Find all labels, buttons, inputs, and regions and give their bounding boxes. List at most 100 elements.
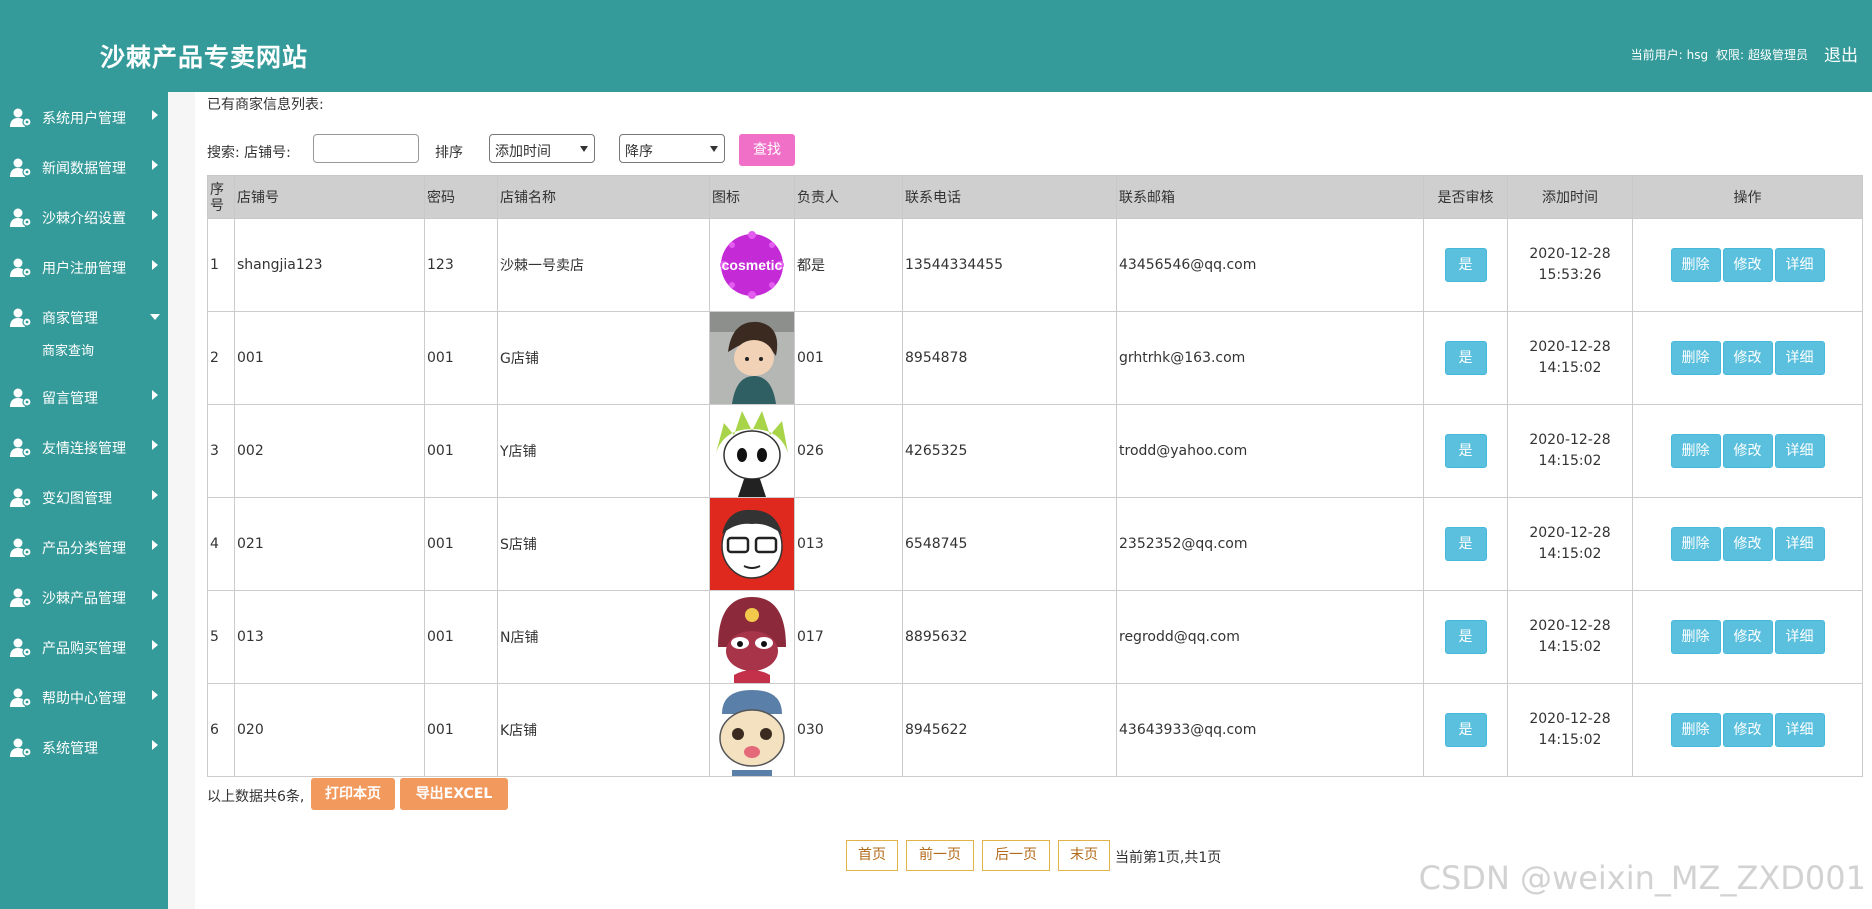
cell-password: 001 <box>424 311 498 405</box>
cell-password: 001 <box>424 404 498 498</box>
detail-button[interactable]: 详细 <box>1774 713 1825 747</box>
user-gear-icon <box>10 107 32 127</box>
user-gear-icon <box>10 157 32 177</box>
cell-email: regrodd@qq.com <box>1116 590 1424 684</box>
cell-no: 3 <box>207 404 235 498</box>
sidebar-item-8[interactable]: 变幻图管理 <box>0 472 168 522</box>
audit-status-button[interactable]: 是 <box>1444 434 1487 468</box>
caret-right-icon <box>152 590 158 600</box>
table-row: 2 001 001 G店铺 001 8954878 grhtrhk@163.com 是 2020… <box>207 311 1863 405</box>
sidebar: 系统用户管理新闻数据管理 沙棘介绍设置 用户注册管理商家管理 商家查询 留言管理友情连接… <box>0 92 168 909</box>
user-gear-icon <box>10 437 32 457</box>
audit-status-button[interactable]: 是 <box>1444 248 1487 282</box>
logout-link[interactable]: 退出 <box>1824 41 1858 66</box>
cell-owner: 030 <box>794 683 903 777</box>
next-page-button[interactable]: 后一页 <box>982 840 1050 871</box>
user-gear-icon <box>10 737 32 757</box>
delete-button[interactable]: 删除 <box>1670 341 1721 375</box>
search-button[interactable]: 查找 <box>739 134 795 166</box>
cell-audited: 是 <box>1423 218 1508 312</box>
svg-text:cosmetic: cosmetic <box>722 257 783 273</box>
sidebar-item-label: 产品分类管理 <box>42 541 126 557</box>
col-header-actions: 操作 <box>1632 175 1863 219</box>
sidebar-item-11[interactable]: 产品购买管理 <box>0 622 168 672</box>
table-row: 6 020 001 K店铺 030 8945622 43643933@qq.com 是 2020… <box>207 683 1863 777</box>
shop-id-search-input[interactable] <box>313 134 419 163</box>
delete-button[interactable]: 删除 <box>1670 620 1721 654</box>
sidebar-item-7[interactable]: 友情连接管理 <box>0 422 168 472</box>
delete-button[interactable]: 删除 <box>1670 713 1721 747</box>
sort-order-select[interactable]: 降序 <box>619 134 725 163</box>
cell-actions: 删除 修改 详细 <box>1632 404 1863 498</box>
edit-button[interactable]: 修改 <box>1722 620 1773 654</box>
sidebar-item-label: 新闻数据管理 <box>42 161 126 177</box>
sidebar-item-12[interactable]: 帮助中心管理 <box>0 672 168 722</box>
export-excel-button[interactable]: 导出EXCEL <box>400 778 508 810</box>
cell-no: 4 <box>207 497 235 591</box>
sidebar-item-label: 用户注册管理 <box>42 261 126 277</box>
detail-button[interactable]: 详细 <box>1774 620 1825 654</box>
cell-owner: 都是 <box>794 218 903 312</box>
sidebar-item-label: 沙棘介绍设置 <box>42 211 126 227</box>
site-title: 沙棘产品专卖网站 <box>100 43 309 72</box>
cell-no: 5 <box>207 590 235 684</box>
sidebar-item-9[interactable]: 产品分类管理 <box>0 522 168 572</box>
table-row: 4 021 001 S店铺 013 6548745 2352352@qq.com 是 2020-… <box>207 497 1863 591</box>
prev-page-button[interactable]: 前一页 <box>906 840 974 871</box>
sidebar-item-13[interactable]: 系统管理 <box>0 722 168 772</box>
sidebar-subitem-merchant-query[interactable]: 商家查询 <box>0 342 168 372</box>
add-date: 2020-12-28 <box>1529 711 1611 727</box>
sidebar-item-3[interactable]: 沙棘介绍设置 <box>0 192 168 242</box>
cell-phone: 13544334455 <box>902 218 1117 312</box>
top-header: 沙棘产品专卖网站 当前用户: hsg 权限: 超级管理员 退出 <box>0 0 1872 92</box>
cell-actions: 删除 修改 详细 <box>1632 683 1863 777</box>
audit-status-button[interactable]: 是 <box>1444 341 1487 375</box>
caret-right-icon <box>152 740 158 750</box>
edit-button[interactable]: 修改 <box>1722 248 1773 282</box>
print-page-button[interactable]: 打印本页 <box>311 778 395 810</box>
last-page-button[interactable]: 末页 <box>1058 840 1110 871</box>
current-user-name: hsg <box>1686 48 1709 62</box>
delete-button[interactable]: 删除 <box>1670 527 1721 561</box>
sidebar-item-5[interactable]: 商家管理 <box>0 292 168 342</box>
cell-add-time: 2020-12-28 14:15:02 <box>1507 404 1633 498</box>
sidebar-item-6[interactable]: 留言管理 <box>0 372 168 422</box>
detail-button[interactable]: 详细 <box>1774 527 1825 561</box>
delete-button[interactable]: 删除 <box>1670 248 1721 282</box>
cell-add-time: 2020-12-28 15:53:26 <box>1507 218 1633 312</box>
audit-status-button[interactable]: 是 <box>1444 620 1487 654</box>
detail-button[interactable]: 详细 <box>1774 341 1825 375</box>
list-title: 已有商家信息列表: <box>207 97 324 113</box>
audit-status-button[interactable]: 是 <box>1444 713 1487 747</box>
edit-button[interactable]: 修改 <box>1722 341 1773 375</box>
add-date: 2020-12-28 <box>1529 246 1611 262</box>
sidebar-item-2[interactable]: 新闻数据管理 <box>0 142 168 192</box>
sidebar-item-1[interactable]: 系统用户管理 <box>0 92 168 142</box>
first-page-button[interactable]: 首页 <box>846 840 898 871</box>
user-gear-icon <box>10 207 32 227</box>
caret-down-icon <box>150 314 160 320</box>
col-header-owner: 负责人 <box>794 175 903 219</box>
cell-email: grhtrhk@163.com <box>1116 311 1424 405</box>
audit-status-button[interactable]: 是 <box>1444 527 1487 561</box>
edit-button[interactable]: 修改 <box>1722 713 1773 747</box>
cell-password: 001 <box>424 683 498 777</box>
cell-shop-id: 001 <box>234 311 425 405</box>
delete-button[interactable]: 删除 <box>1670 434 1721 468</box>
page-info: 当前第1页,共1页 <box>1115 850 1222 866</box>
sidebar-item-label: 友情连接管理 <box>42 441 126 457</box>
cell-password: 123 <box>424 218 498 312</box>
col-header-icon: 图标 <box>709 175 795 219</box>
sort-field-select[interactable]: 添加时间 <box>489 134 595 163</box>
cell-shop-name: K店铺 <box>497 683 710 777</box>
sidebar-item-4[interactable]: 用户注册管理 <box>0 242 168 292</box>
edit-button[interactable]: 修改 <box>1722 527 1773 561</box>
cosmetic-icon: cosmetic <box>710 219 794 311</box>
watermark: CSDN @weixin_MZ_ZXD001 <box>1418 859 1866 897</box>
detail-button[interactable]: 详细 <box>1774 248 1825 282</box>
cell-email: 2352352@qq.com <box>1116 497 1424 591</box>
detail-button[interactable]: 详细 <box>1774 434 1825 468</box>
sidebar-item-label: 产品购买管理 <box>42 641 126 657</box>
sidebar-item-10[interactable]: 沙棘产品管理 <box>0 572 168 622</box>
edit-button[interactable]: 修改 <box>1722 434 1773 468</box>
